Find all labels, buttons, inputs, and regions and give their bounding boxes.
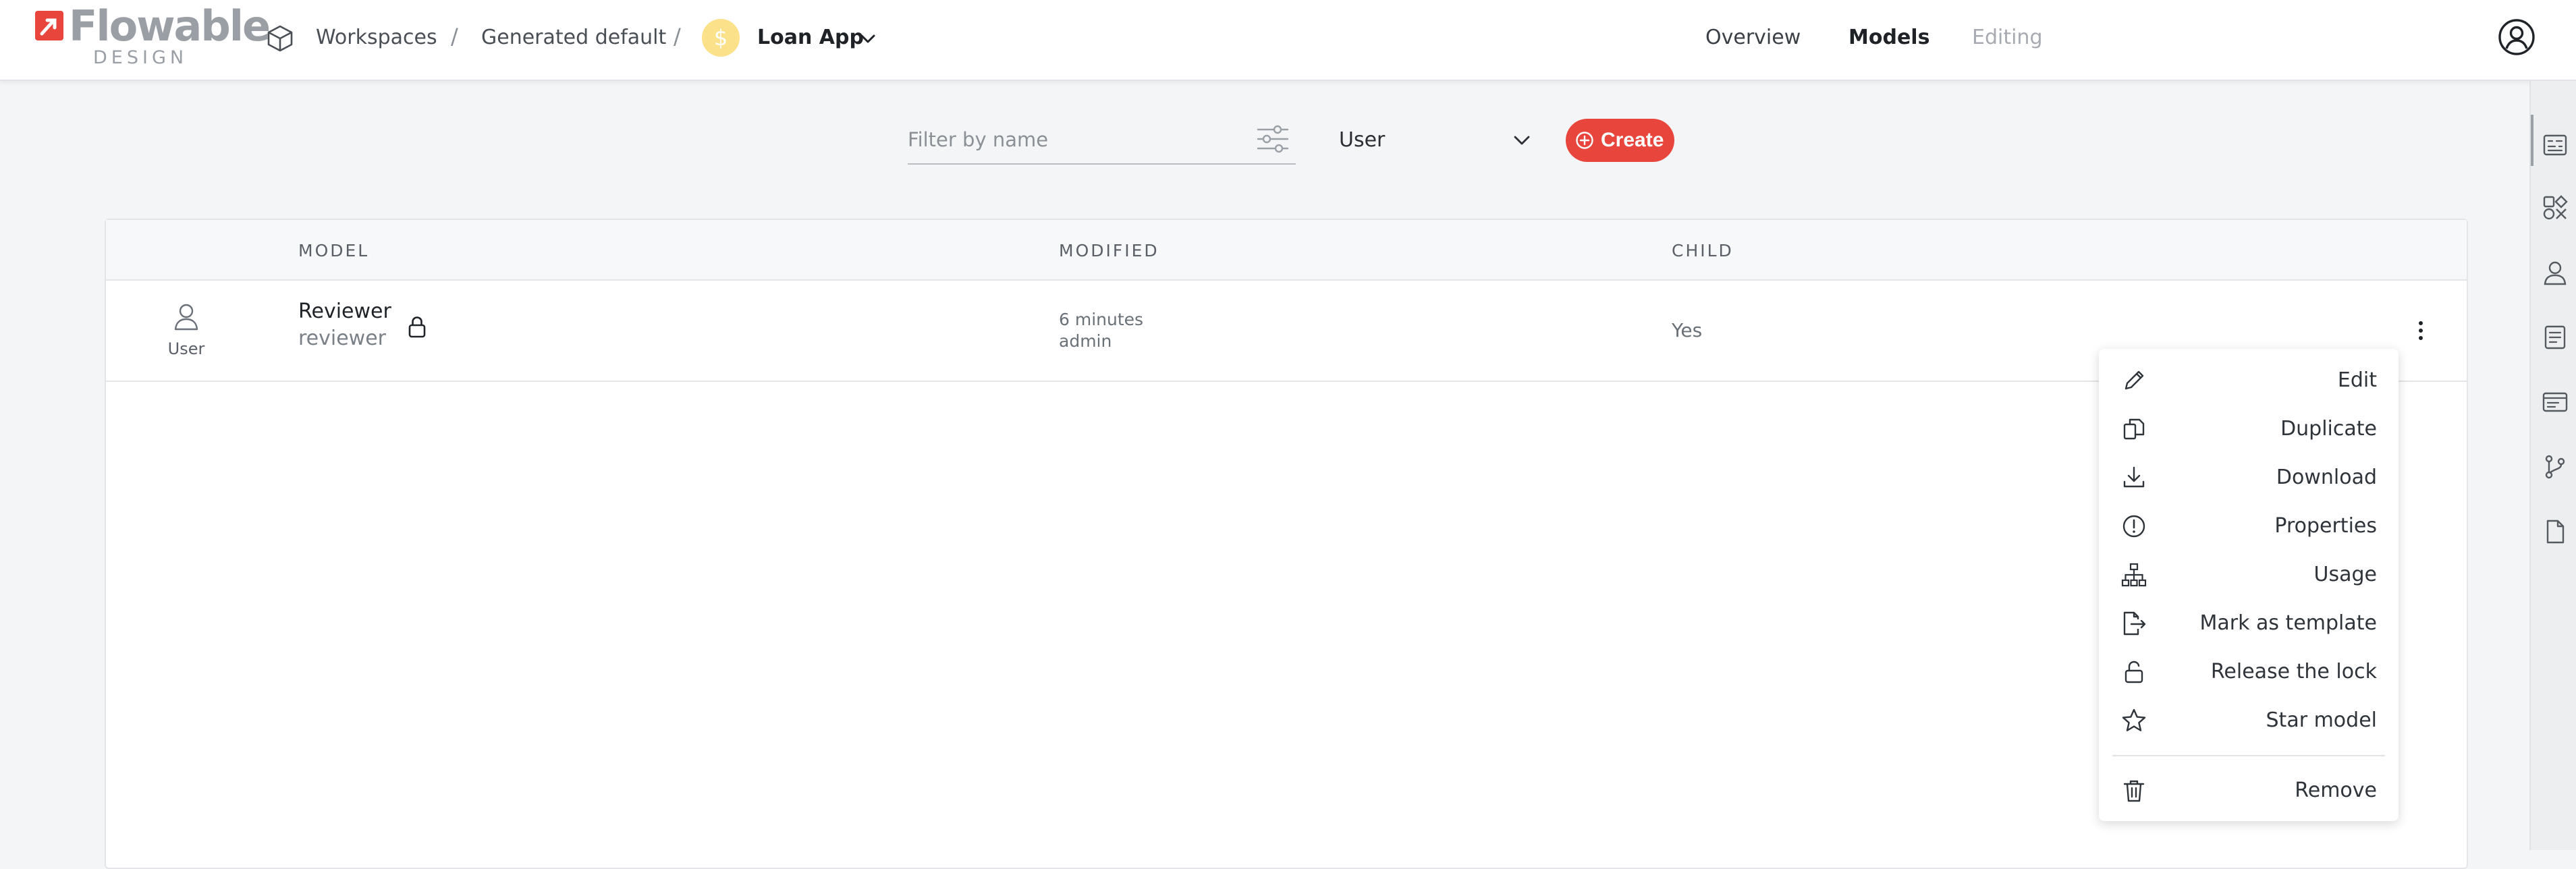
breadcrumb-workspace[interactable]: Generated default bbox=[481, 24, 666, 51]
nav-editing[interactable]: Editing bbox=[1972, 24, 2043, 51]
menu-item-label: Properties bbox=[2274, 514, 2377, 538]
properties-panel-icon[interactable] bbox=[2542, 132, 2569, 159]
model-name[interactable]: Reviewer bbox=[298, 298, 391, 325]
menu-item-usage[interactable]: Usage bbox=[2099, 549, 2399, 598]
model-type-label: User bbox=[167, 339, 205, 358]
modified-time: 6 minutes bbox=[1059, 310, 1144, 329]
menu-item-label: Star model bbox=[2266, 708, 2377, 732]
menu-item-label: Usage bbox=[2313, 563, 2377, 586]
breadcrumb-separator: / bbox=[674, 24, 681, 49]
more-vertical-icon[interactable] bbox=[2407, 317, 2434, 344]
info-circle-icon bbox=[2122, 515, 2145, 538]
cube-icon[interactable] bbox=[265, 23, 296, 54]
hierarchy-icon bbox=[2121, 563, 2147, 587]
column-header-model[interactable]: MODEL bbox=[298, 240, 369, 262]
menu-item-label: Download bbox=[2276, 466, 2377, 489]
nav-overview[interactable]: Overview bbox=[1705, 24, 1801, 51]
menu-item-release-lock[interactable]: Release the lock bbox=[2099, 646, 2399, 695]
menu-item-star-model[interactable]: Star model bbox=[2099, 695, 2399, 744]
menu-item-mark-as-template[interactable]: Mark as template bbox=[2099, 598, 2399, 646]
lock-icon bbox=[408, 316, 426, 338]
star-icon bbox=[2122, 708, 2146, 731]
filter-sliders-icon[interactable] bbox=[1255, 121, 1290, 157]
model-type-value: User bbox=[1339, 128, 1386, 152]
file-icon[interactable] bbox=[2542, 518, 2569, 545]
breadcrumb-separator: / bbox=[451, 24, 458, 49]
right-sidebar bbox=[2529, 81, 2576, 850]
account-icon[interactable] bbox=[2497, 18, 2536, 57]
menu-item-label: Edit bbox=[2337, 368, 2377, 392]
table-header: MODEL MODIFIED CHILD bbox=[106, 220, 2467, 281]
form-icon[interactable] bbox=[2542, 389, 2569, 416]
create-button-label: Create bbox=[1601, 129, 1664, 151]
flowable-logo[interactable]: Flowable DESIGN bbox=[34, 3, 271, 70]
user-icon[interactable] bbox=[2542, 259, 2569, 286]
file-export-icon bbox=[2123, 611, 2146, 636]
app-name[interactable]: Loan App bbox=[757, 24, 864, 51]
child-value: Yes bbox=[1672, 319, 1703, 341]
menu-item-remove[interactable]: Remove bbox=[2099, 765, 2399, 814]
logo-subtitle: DESIGN bbox=[93, 47, 188, 68]
chevron-down-icon[interactable] bbox=[858, 30, 877, 49]
document-icon[interactable] bbox=[2542, 324, 2569, 351]
download-icon bbox=[2123, 466, 2145, 488]
logo-mark-icon bbox=[35, 11, 63, 40]
logo-text: Flowable bbox=[69, 1, 271, 51]
model-type-select[interactable]: User bbox=[1339, 121, 1535, 159]
menu-item-label: Remove bbox=[2295, 779, 2377, 802]
pencil-icon bbox=[2125, 370, 2144, 390]
column-header-child[interactable]: CHILD bbox=[1672, 240, 1734, 262]
menu-item-edit[interactable]: Edit bbox=[2099, 355, 2399, 403]
user-icon bbox=[174, 304, 198, 331]
create-button[interactable]: Create bbox=[1566, 119, 1674, 162]
menu-item-label: Duplicate bbox=[2280, 417, 2377, 441]
trash-icon bbox=[2123, 780, 2145, 802]
active-indicator bbox=[2531, 115, 2533, 166]
filter-by-name-input[interactable] bbox=[908, 116, 1296, 165]
app-badge: $ bbox=[702, 19, 740, 57]
chevron-down-icon bbox=[1514, 136, 1530, 145]
menu-item-label: Mark as template bbox=[2199, 611, 2378, 635]
menu-divider bbox=[2112, 755, 2385, 756]
modified-by: admin bbox=[1059, 331, 1112, 351]
model-key: reviewer bbox=[298, 327, 387, 350]
branch-icon[interactable] bbox=[2542, 453, 2569, 480]
nav-models[interactable]: Models bbox=[1848, 24, 1929, 51]
copy-icon bbox=[2123, 418, 2145, 440]
menu-item-label: Release the lock bbox=[2210, 660, 2377, 683]
column-header-modified[interactable]: MODIFIED bbox=[1059, 240, 1159, 262]
menu-item-download[interactable]: Download bbox=[2099, 452, 2399, 501]
menu-item-properties[interactable]: Properties bbox=[2099, 501, 2399, 549]
model-context-menu: Edit Duplicate Download Properties Usage bbox=[2099, 349, 2399, 821]
top-bar: Flowable DESIGN Workspaces / Generated d… bbox=[0, 0, 2576, 81]
unlock-icon bbox=[2125, 661, 2143, 683]
breadcrumb-workspaces[interactable]: Workspaces bbox=[316, 24, 437, 51]
shapes-icon[interactable] bbox=[2542, 194, 2569, 221]
menu-item-duplicate[interactable]: Duplicate bbox=[2099, 403, 2399, 452]
plus-circle-icon bbox=[1576, 132, 1593, 149]
